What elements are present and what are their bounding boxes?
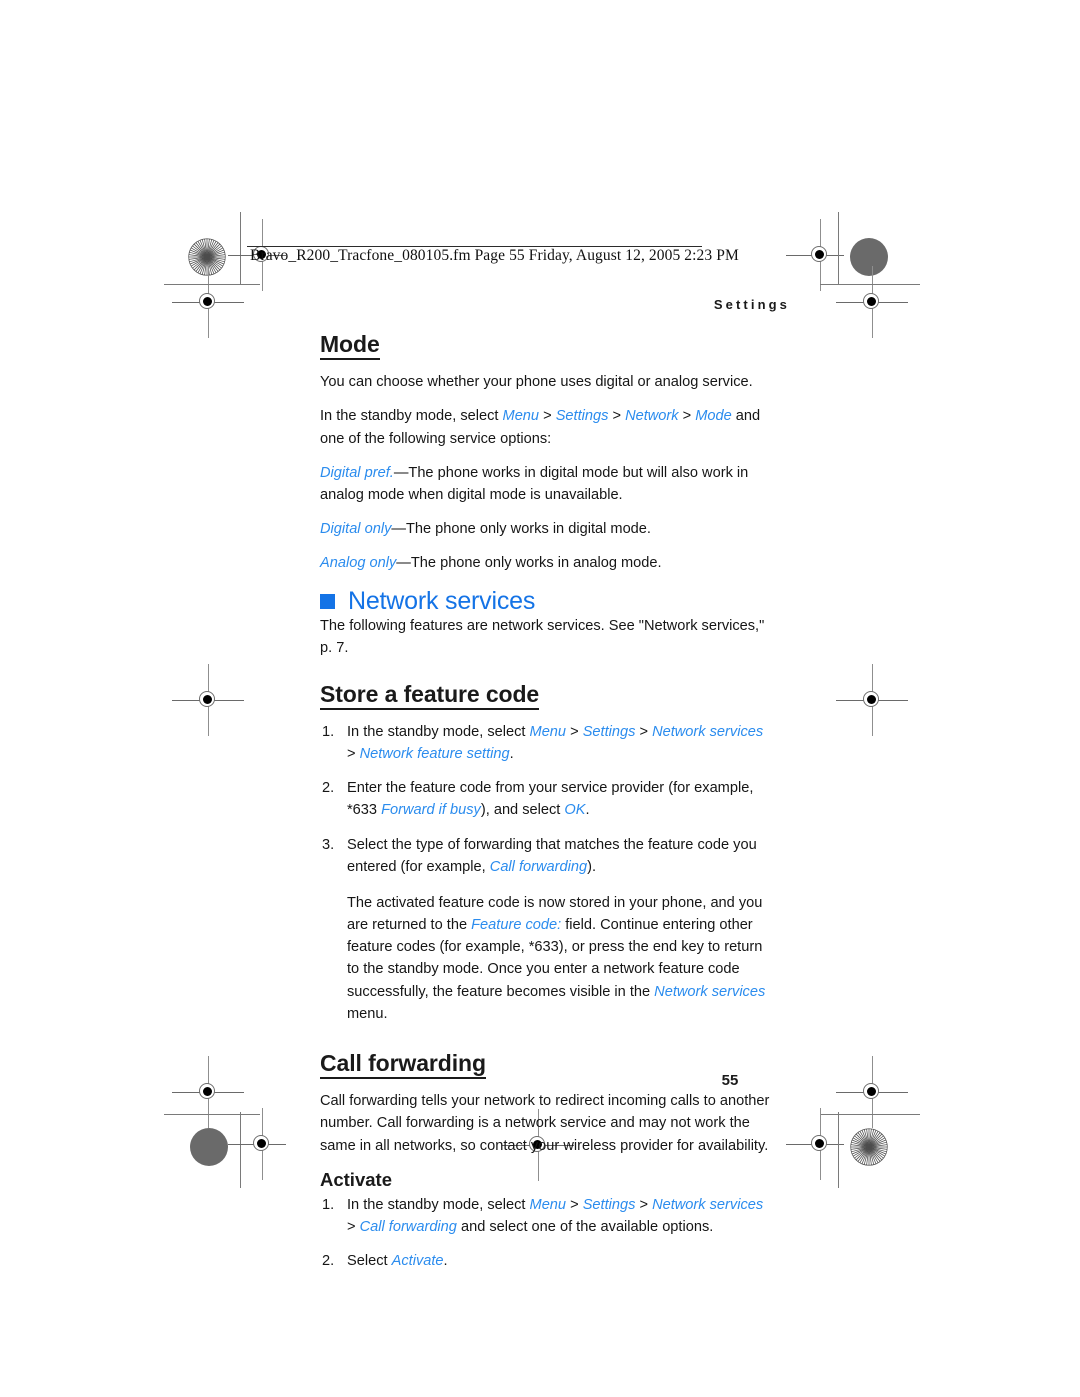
ui-ref-call-forwarding: Call forwarding xyxy=(489,858,588,875)
ui-ref-network-services-menu: Network services xyxy=(654,983,766,1000)
step1-lead: In the standby mode, select xyxy=(347,723,530,740)
step-number: 2. xyxy=(322,780,335,797)
heading-store-feature-code-wrap: Store a feature code xyxy=(320,681,772,719)
content-column: Mode You can choose whether your phone u… xyxy=(320,331,772,1284)
sep: > xyxy=(678,408,696,425)
heading-call-forwarding: Call forwarding xyxy=(320,1050,486,1080)
registration-mark-right-upper xyxy=(836,266,908,338)
heading-activate: Activate xyxy=(320,1168,392,1190)
ui-ref-menu: Menu xyxy=(529,723,567,740)
ui-ref-digital-pref: Digital pref. xyxy=(320,464,394,481)
trim-line-bottom-left-v xyxy=(240,1112,242,1188)
print-slug: Bravo_R200_Tracfone_080105.fm Page 55 Fr… xyxy=(250,247,739,264)
heading-network-services: Network services xyxy=(320,587,772,616)
density-patch-bottom-left xyxy=(190,1128,228,1166)
registration-mark-right-middle xyxy=(836,664,908,736)
ui-ref-network-services: Network services xyxy=(652,1196,764,1213)
sep: > xyxy=(539,408,556,425)
mode-p2-lead: In the standby mode, select xyxy=(320,408,503,425)
store-feature-code-steps: 1. In the standby mode, select Menu > Set… xyxy=(320,721,772,878)
network-services-intro: The following features are network servi… xyxy=(320,618,765,657)
ui-ref-feature-code-field: Feature code: xyxy=(471,917,562,934)
analog-only-desc: —The phone only works in analog mode. xyxy=(396,555,662,572)
registration-mark-left-lower xyxy=(172,1056,244,1128)
digital-only-desc: —The phone only works in digital mode. xyxy=(391,521,651,538)
mode-paragraph-1: You can choose whether your phone uses d… xyxy=(320,374,753,391)
list-item: 2. Select Activate. xyxy=(320,1250,772,1272)
heading-mode: Mode xyxy=(320,331,380,361)
trim-line-right-upper-h xyxy=(820,284,920,286)
ui-ref-call-forwarding: Call forwarding xyxy=(359,1219,457,1236)
ui-ref-analog-only: Analog only xyxy=(320,555,397,572)
sep: > xyxy=(566,1196,583,1213)
printed-page-sheet: Bravo_R200_Tracfone_080105.fm Page 55 Fr… xyxy=(0,0,1080,1397)
step2-mid: ), and select xyxy=(480,802,565,819)
ui-ref-digital-only: Digital only xyxy=(320,521,392,538)
ui-ref-mode: Mode xyxy=(695,408,732,425)
act-step2-lead: Select xyxy=(347,1253,392,1270)
sep: > xyxy=(566,723,583,740)
registration-mark-right-lower xyxy=(836,1056,908,1128)
step2-tail: . xyxy=(585,802,590,819)
trim-line-right-lower-h xyxy=(820,1114,920,1116)
mode-option-analog-only: Analog only—The phone only works in anal… xyxy=(320,552,772,574)
heading-mode-wrap: Mode xyxy=(320,331,772,369)
ui-ref-network-feature-setting: Network feature setting xyxy=(359,746,510,763)
activate-steps: 1. In the standby mode, select Menu > Set… xyxy=(320,1194,772,1273)
ui-ref-activate: Activate xyxy=(391,1253,444,1270)
ui-ref-network-services: Network services xyxy=(652,723,764,740)
call-forwarding-paragraph: Call forwarding tells your network to re… xyxy=(320,1093,770,1154)
list-item: 3. Select the type of forwarding that mat… xyxy=(320,834,772,878)
step-number: 2. xyxy=(322,1253,335,1270)
registration-mark-bottom-right xyxy=(786,1108,844,1180)
ui-ref-menu: Menu xyxy=(529,1196,567,1213)
heading-store-feature-code: Store a feature code xyxy=(320,681,539,710)
rosette-mark-bottom-right xyxy=(850,1128,888,1166)
page-number: 55 xyxy=(721,1072,739,1089)
mode-option-digital-pref: Digital pref.—The phone works in digital… xyxy=(320,462,772,506)
mode-paragraph-2: In the standby mode, select Menu > Setti… xyxy=(320,405,772,449)
registration-mark-bottom-left xyxy=(228,1108,286,1180)
ui-ref-ok: OK xyxy=(564,802,586,819)
trim-line-top-left-v xyxy=(240,212,242,284)
density-patch-top-right xyxy=(850,238,888,276)
registration-mark-left-middle xyxy=(172,664,244,736)
ui-ref-forward-if-busy: Forward if busy xyxy=(381,802,481,819)
ui-ref-network: Network xyxy=(625,408,679,425)
step1-tail: . xyxy=(509,746,514,763)
sep: > xyxy=(347,746,360,763)
sep: > xyxy=(608,408,626,425)
sep: > xyxy=(635,1196,653,1213)
sep: > xyxy=(347,1219,360,1236)
ui-ref-settings: Settings xyxy=(555,408,609,425)
store-feature-code-note: The activated feature code is now stored… xyxy=(320,892,772,1025)
sep: > xyxy=(635,723,653,740)
trim-line-left-upper-h xyxy=(164,284,260,286)
step-number: 3. xyxy=(322,836,335,853)
trim-line-left-lower-h xyxy=(164,1114,260,1116)
step3-tail: ). xyxy=(587,858,597,875)
list-item: 1. In the standby mode, select Menu > Set… xyxy=(320,1194,772,1238)
step-number: 1. xyxy=(322,1196,335,1213)
step-number: 1. xyxy=(322,723,335,740)
act-step1-lead: In the standby mode, select xyxy=(347,1196,530,1213)
registration-mark-top-right xyxy=(786,219,844,291)
running-header: Settings xyxy=(713,297,790,312)
trim-line-bottom-right-v xyxy=(838,1112,840,1188)
trim-line-top-right-v xyxy=(838,212,840,284)
list-item: 2. Enter the feature code from your servi… xyxy=(320,777,772,821)
heading-network-services-label: Network services xyxy=(348,586,536,615)
act-step2-tail: . xyxy=(443,1253,448,1270)
note-tail: menu. xyxy=(347,1005,388,1022)
ui-ref-menu: Menu xyxy=(502,408,540,425)
ui-ref-settings: Settings xyxy=(582,1196,636,1213)
act-step1-tail: and select one of the available options. xyxy=(456,1219,714,1236)
ui-ref-settings: Settings xyxy=(582,723,636,740)
mode-option-digital-only: Digital only—The phone only works in dig… xyxy=(320,518,772,540)
square-bullet-icon xyxy=(320,594,335,610)
list-item: 1. In the standby mode, select Menu > Set… xyxy=(320,721,772,765)
